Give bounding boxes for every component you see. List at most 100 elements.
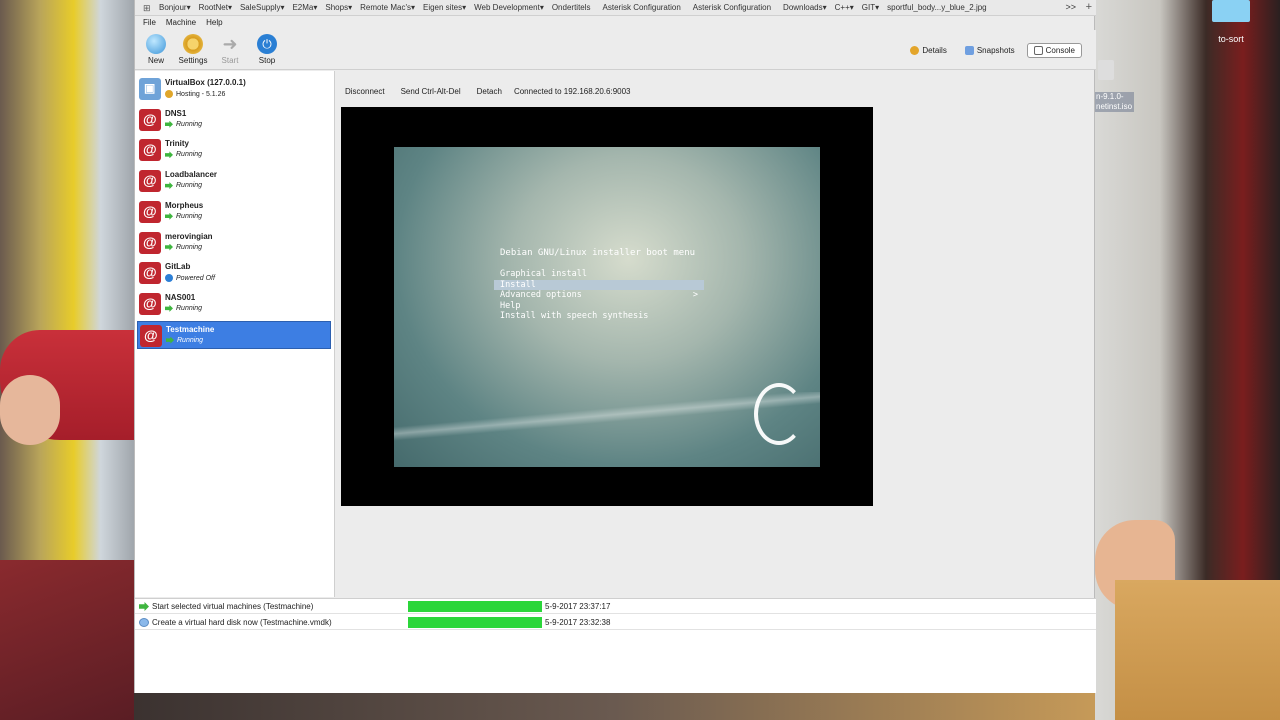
task-progress-bar — [408, 616, 542, 628]
vm-list-item[interactable]: Testmachine Running — [137, 320, 331, 349]
start-arrow-icon — [139, 602, 149, 611]
vm-name: DNS1 — [165, 108, 187, 118]
console-tab[interactable]: Console — [1026, 43, 1082, 58]
vm-list-item[interactable]: Morpheus Running — [137, 198, 331, 226]
bookmark-item[interactable]: C++ — [835, 3, 850, 12]
desktop-folder-icon[interactable] — [1212, 0, 1250, 22]
bookmark-item[interactable]: E2Ma — [292, 3, 313, 12]
vm-name: Trinity — [165, 139, 190, 149]
desktop-iso-label[interactable]: n-9.1.0- netinst.iso — [1094, 92, 1135, 112]
bookmark-item[interactable]: SaleSupply — [240, 3, 280, 12]
vm-status: Running — [165, 182, 202, 190]
menu-help[interactable]: Help — [206, 18, 222, 27]
vm-status: Running — [166, 336, 203, 344]
debian-logo-icon — [139, 170, 161, 193]
debian-swirl-logo-icon — [754, 383, 804, 445]
bookmark-item[interactable]: Bonjour — [159, 3, 187, 12]
bookmark-item[interactable]: Eigen sites — [423, 3, 462, 12]
vm-list-item[interactable]: VirtualBox (127.0.0.1) Hosting - 5.1.26 — [137, 75, 331, 103]
running-arrow-icon — [165, 212, 173, 220]
vm-list-item[interactable]: Trinity Running — [137, 136, 331, 164]
chevron-down-icon: ▾ — [822, 3, 827, 12]
host-icon — [165, 90, 173, 98]
photo-background-bottom — [134, 693, 1095, 720]
detach-button[interactable]: Detach — [473, 86, 506, 97]
bookmark-item[interactable]: Shops — [325, 3, 348, 12]
debian-boot-screen: Debian GNU/Linux installer boot menu Gra… — [394, 147, 820, 467]
boot-menu-option[interactable]: Advanced options > — [494, 290, 704, 301]
vm-status: Running — [165, 304, 202, 312]
toolbar: New Settings ➜ Start ⏻ Stop Details Snap… — [135, 30, 1096, 70]
boot-menu-options: Graphical install Install Advanced options… — [494, 269, 704, 322]
bookmark-item[interactable]: Asterisk Configuration — [603, 3, 681, 12]
submenu-arrow-icon: > — [692, 290, 698, 300]
vm-list-item[interactable]: Loadbalancer Running — [137, 167, 331, 195]
menu-machine[interactable]: Machine — [166, 18, 196, 27]
vm-name: NAS001 — [165, 292, 196, 302]
bookmark-item[interactable]: GIT — [862, 3, 875, 12]
chevron-down-icon: ▾ — [462, 3, 467, 12]
vm-status: Running — [165, 120, 202, 128]
bookmark-item[interactable]: Downloads — [783, 3, 823, 12]
menu-bar: File Machine Help — [135, 16, 1096, 29]
vm-list-item[interactable]: merovingian Running — [137, 229, 331, 257]
running-arrow-icon — [165, 304, 173, 312]
settings-button[interactable]: Settings — [174, 34, 212, 68]
start-button[interactable]: ➜ Start — [211, 34, 249, 68]
send-ctrl-alt-del-button[interactable]: Send Ctrl-Alt-Del — [397, 86, 465, 97]
vm-list: VirtualBox (127.0.0.1) Hosting - 5.1.26 DN… — [135, 71, 335, 597]
vm-list-item[interactable]: GitLab Powered Off — [137, 259, 331, 287]
chevron-down-icon: ▾ — [348, 3, 353, 12]
bookmark-item[interactable]: sportful_body...y_blue_2.jpg — [887, 3, 986, 12]
bookmark-item[interactable]: Asterisk Configuration — [693, 3, 771, 12]
bookmarks-more-button[interactable]: >> — [1065, 2, 1076, 12]
desktop-folder-label[interactable]: to-sort — [1200, 34, 1262, 44]
vm-console-screen[interactable]: Debian GNU/Linux installer boot menu Gra… — [341, 107, 873, 506]
boot-menu-option[interactable]: Help — [494, 301, 704, 312]
task-list: Start selected virtual machines (Testmac… — [135, 598, 1096, 693]
boot-menu-option[interactable]: Graphical install — [494, 269, 704, 280]
debian-logo-icon — [139, 139, 161, 162]
chevron-down-icon: ▾ — [849, 3, 854, 12]
bookmark-item[interactable]: Web Development — [474, 3, 540, 12]
boot-menu-option[interactable]: Install with speech synthesis — [494, 311, 704, 322]
chevron-down-icon: ▾ — [539, 3, 544, 12]
new-button[interactable]: New — [137, 34, 175, 68]
vm-name: Morpheus — [165, 200, 204, 210]
task-progress-bar — [408, 601, 542, 612]
details-tab[interactable]: Details — [904, 43, 952, 58]
virtualbox-window: ⊞ Bonjour ▾ RootNet ▾ SaleSupply ▾ E2Ma ▾ Shops ▾… — [134, 0, 1096, 693]
running-arrow-icon — [165, 120, 173, 128]
bookmark-item[interactable]: Remote Mac's — [360, 3, 411, 12]
vm-list-item[interactable]: DNS1 Running — [137, 106, 331, 134]
chevron-down-icon: ▾ — [280, 3, 285, 12]
new-icon — [146, 34, 166, 54]
vm-status: Running — [165, 212, 202, 220]
vm-status: Hosting - 5.1.26 — [165, 90, 225, 98]
power-icon: ⏻ — [257, 34, 277, 54]
vm-list-item[interactable]: NAS001 Running — [137, 290, 331, 318]
bookmarks-bar: ⊞ Bonjour ▾ RootNet ▾ SaleSupply ▾ E2Ma ▾ Shops ▾… — [135, 0, 1096, 16]
details-icon — [910, 46, 920, 55]
vm-name: merovingian — [165, 231, 213, 241]
bookmark-item[interactable]: RootNet — [199, 3, 228, 12]
boot-menu-option[interactable]: Install — [494, 279, 704, 290]
vm-name: GitLab — [165, 262, 191, 272]
task-timestamp: 5-9-2017 23:32:38 — [545, 617, 611, 627]
disk-icon — [139, 617, 149, 627]
virtualbox-logo-icon — [139, 78, 161, 100]
chevron-down-icon: ▾ — [313, 3, 318, 12]
add-tab-icon[interactable]: + — [1086, 1, 1092, 13]
task-row[interactable]: Start selected virtual machines (Testmac… — [135, 599, 1096, 614]
bookmark-item[interactable]: Ondertitels — [552, 3, 591, 12]
snapshots-tab[interactable]: Snapshots — [959, 43, 1021, 58]
menu-file[interactable]: File — [143, 18, 156, 27]
debian-logo-icon — [139, 262, 161, 285]
apps-grid-icon[interactable]: ⊞ — [143, 3, 153, 13]
debian-logo-icon — [139, 108, 161, 131]
disconnect-button[interactable]: Disconnect — [341, 86, 389, 97]
stop-button[interactable]: ⏻ Stop — [248, 34, 286, 68]
vm-status: Running — [165, 243, 202, 251]
desktop-iso-icon[interactable] — [1098, 60, 1114, 80]
task-row[interactable]: Create a virtual hard disk now (Testmach… — [135, 615, 1096, 630]
